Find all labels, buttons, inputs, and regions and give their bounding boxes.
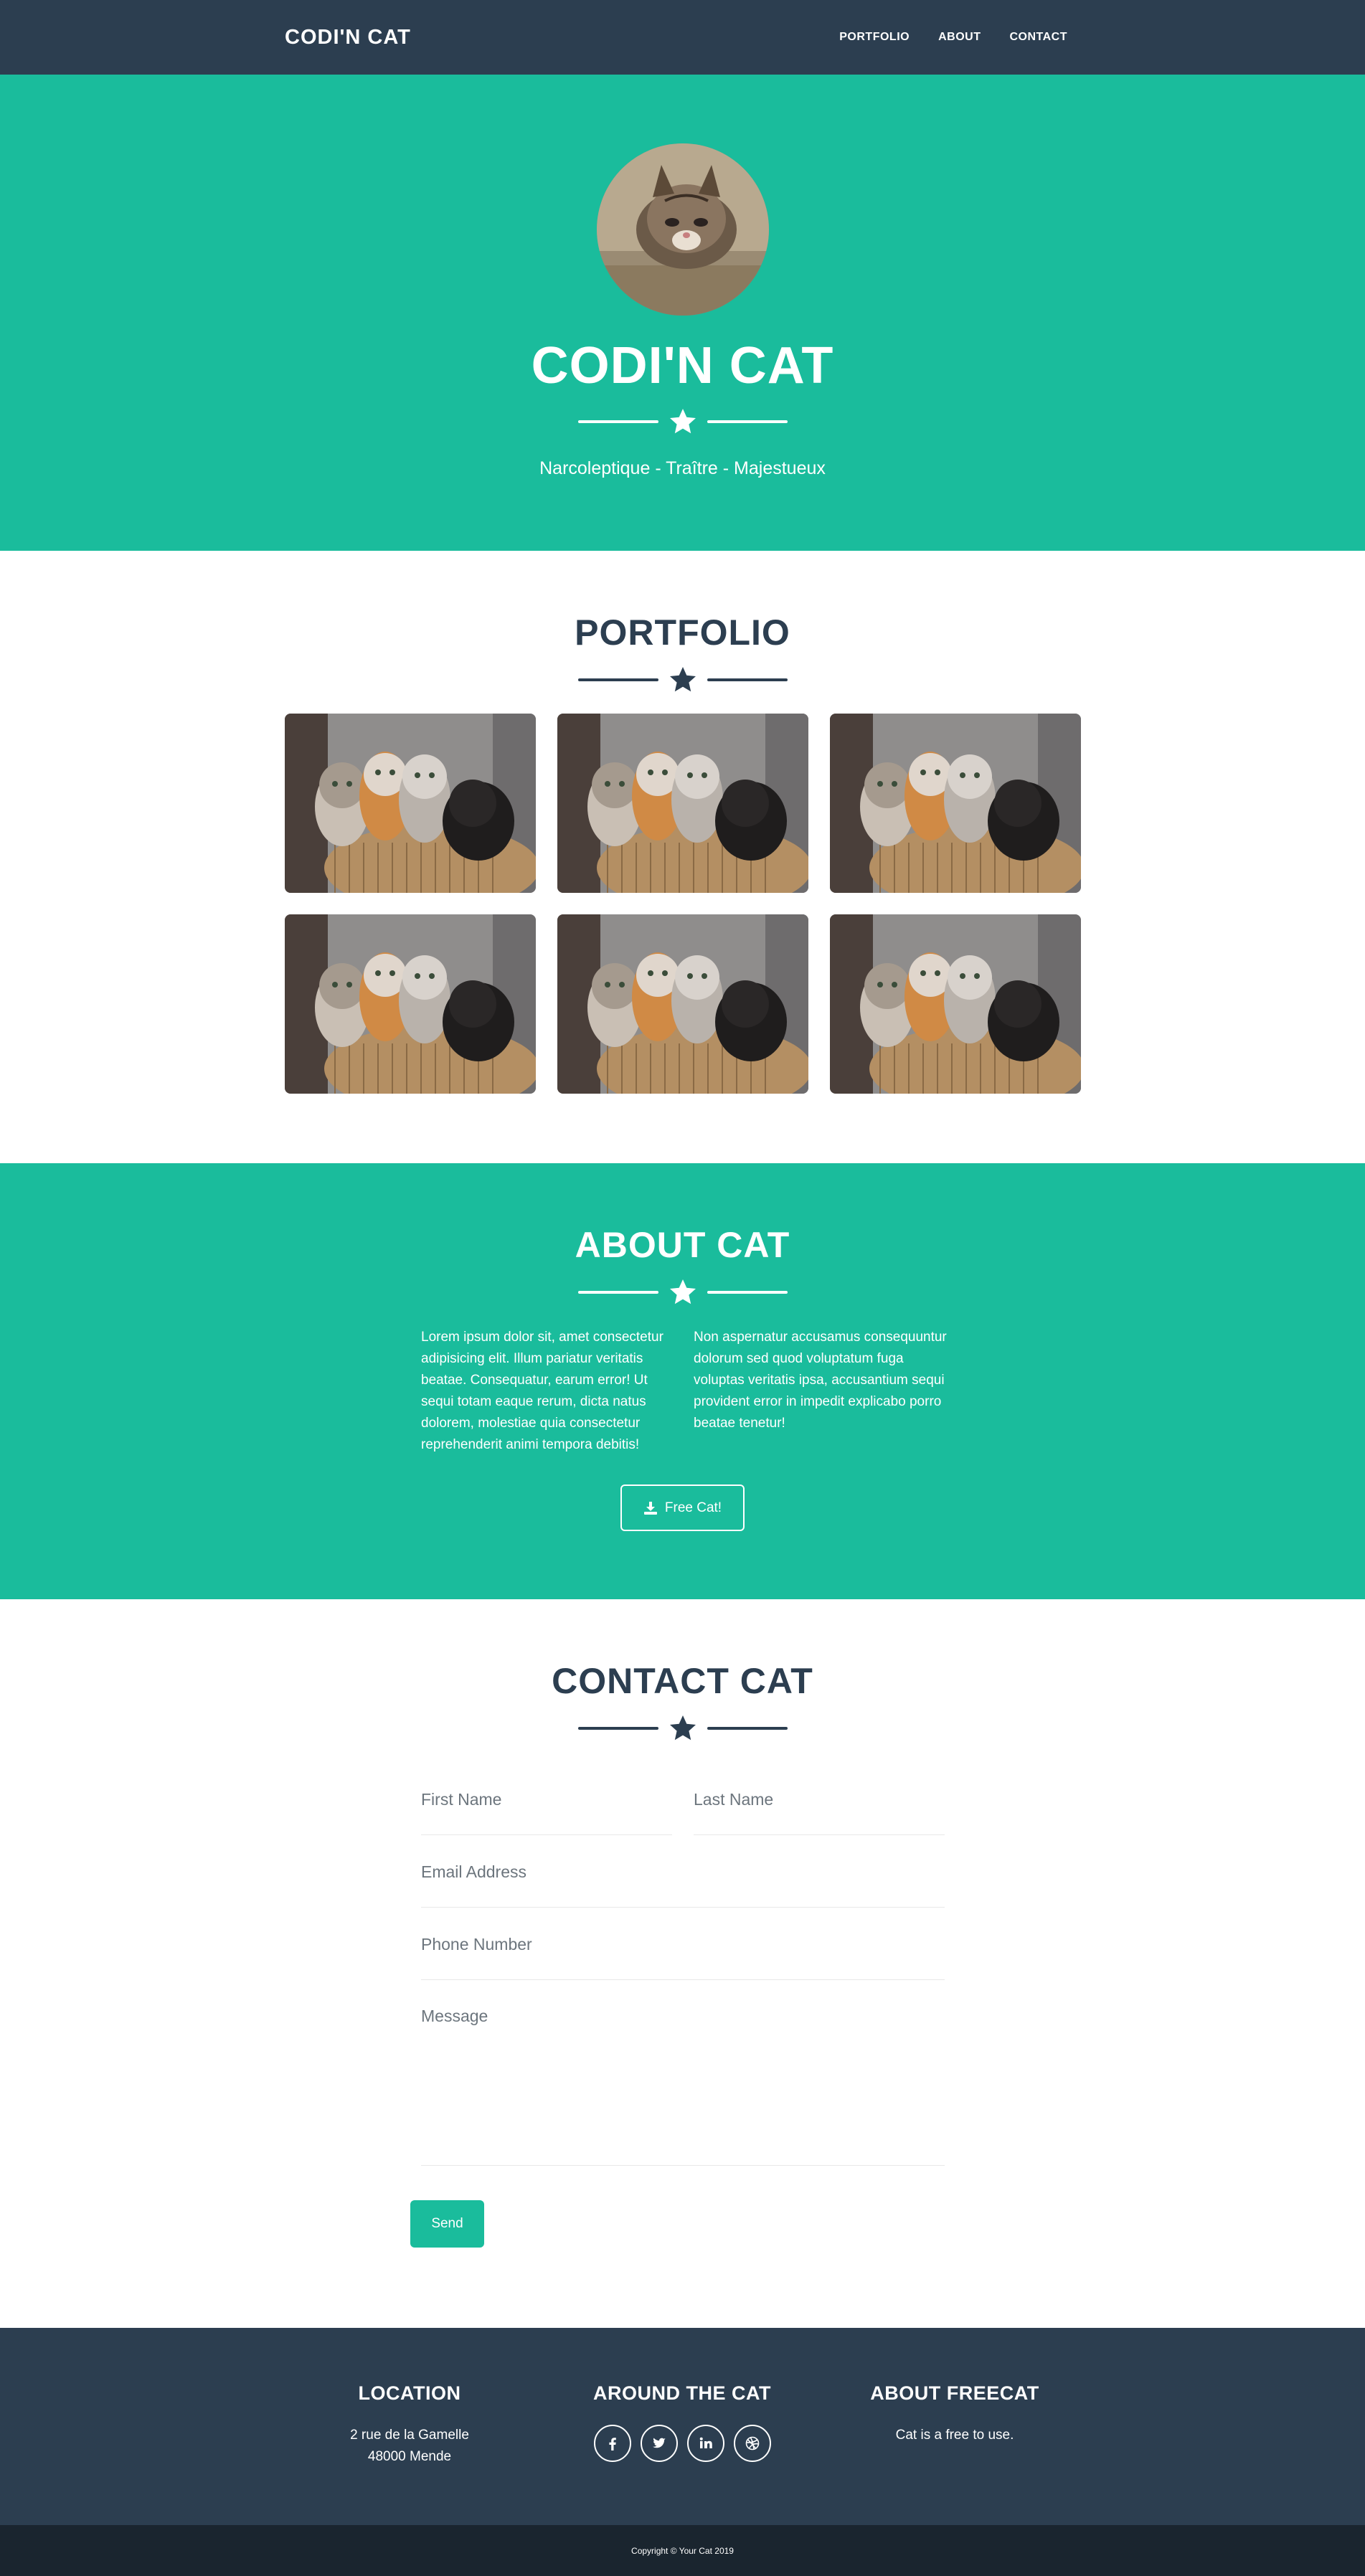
last-name-input[interactable] — [694, 1790, 945, 1809]
contact-divider — [578, 1714, 788, 1743]
message-textarea[interactable] — [421, 2007, 945, 2165]
phone-input[interactable] — [421, 1935, 945, 1954]
portfolio-item[interactable] — [285, 914, 536, 1094]
first-name-field — [421, 1790, 672, 1835]
about-text-left: Lorem ipsum dolor sit, amet consectetur … — [421, 1330, 663, 1452]
contact-section: CONTACT CAT Send — [0, 1599, 1365, 2328]
facebook-button[interactable] — [593, 2425, 631, 2462]
nav-links: PORTFOLIO ABOUT CONTACT — [839, 0, 1067, 75]
message-field — [421, 2007, 945, 2166]
portfolio-item[interactable] — [830, 714, 1081, 893]
address-line-1: 2 rue de la Gamelle — [350, 2428, 469, 2443]
footer-around: AROUND THE CAT — [532, 2382, 833, 2462]
about-section: ABOUT CAT Lorem ipsum dolor sit, amet co… — [0, 1163, 1365, 1599]
portfolio-section: PORTFOLIO — [0, 551, 1365, 1163]
social-links — [532, 2425, 833, 2462]
brand-logo[interactable]: CODI'N CAT — [285, 0, 411, 75]
phone-field — [421, 1935, 945, 1980]
nav-link-contact[interactable]: CONTACT — [1009, 31, 1067, 44]
portfolio-item[interactable] — [557, 714, 808, 893]
address-line-2: 48000 Mende — [367, 2449, 452, 2464]
footer-about-text: Cat is a free to use. — [895, 2428, 1014, 2443]
navbar: CODI'N CAT PORTFOLIO ABOUT CONTACT — [0, 0, 1365, 75]
dribbble-button[interactable] — [733, 2425, 771, 2462]
twitter-icon — [652, 2438, 666, 2448]
portfolio-divider — [578, 666, 788, 694]
footer-around-title: AROUND THE CAT — [593, 2382, 771, 2404]
first-name-input[interactable] — [421, 1790, 672, 1809]
footer-about: ABOUT FREECAT Cat is a free to use. — [804, 2382, 1105, 2446]
about-text-right: Non aspernatur accusamus consequuntur do… — [694, 1330, 947, 1431]
portfolio-item[interactable] — [830, 914, 1081, 1094]
email-field — [421, 1862, 945, 1908]
linkedin-button[interactable] — [686, 2425, 724, 2462]
star-icon — [669, 1714, 697, 1743]
free-cat-button[interactable]: Free Cat! — [620, 1484, 745, 1531]
about-title: ABOUT CAT — [575, 1225, 790, 1265]
free-cat-label: Free Cat! — [664, 1500, 722, 1515]
star-icon — [669, 407, 697, 436]
star-icon — [669, 1278, 697, 1307]
hero-title: CODI'N CAT — [531, 337, 834, 394]
portfolio-item[interactable] — [557, 914, 808, 1094]
star-icon — [669, 666, 697, 694]
footer-location: LOCATION 2 rue de la Gamelle 48000 Mende — [259, 2382, 560, 2468]
copyright-bar: Copyright © Your Cat 2019 — [0, 2525, 1365, 2576]
masthead: CODI'N CAT Narcoleptique - Traître - Maj… — [0, 75, 1365, 551]
hero-subtitle: Narcoleptique - Traître - Majestueux — [539, 458, 826, 478]
footer: LOCATION 2 rue de la Gamelle 48000 Mende… — [0, 2328, 1365, 2525]
download-icon — [643, 1501, 657, 1515]
nav-link-about[interactable]: ABOUT — [938, 31, 981, 44]
linkedin-icon — [699, 2437, 712, 2448]
footer-location-title: LOCATION — [358, 2382, 461, 2404]
about-divider — [578, 1278, 788, 1307]
twitter-button[interactable] — [640, 2425, 678, 2462]
footer-about-title: ABOUT FREECAT — [870, 2382, 1039, 2404]
portfolio-title: PORTFOLIO — [575, 612, 790, 653]
portfolio-item[interactable] — [285, 714, 536, 893]
dribbble-icon — [745, 2436, 759, 2450]
nav-link-portfolio[interactable]: PORTFOLIO — [839, 31, 910, 44]
send-button[interactable]: Send — [410, 2200, 484, 2248]
copyright-text: Copyright © Your Cat 2019 — [631, 2545, 734, 2556]
contact-title: CONTACT CAT — [552, 1661, 813, 1701]
email-input[interactable] — [421, 1862, 945, 1882]
cat-avatar — [597, 143, 769, 316]
last-name-field — [694, 1790, 945, 1835]
hero-divider — [578, 407, 788, 436]
facebook-icon — [608, 2438, 616, 2450]
